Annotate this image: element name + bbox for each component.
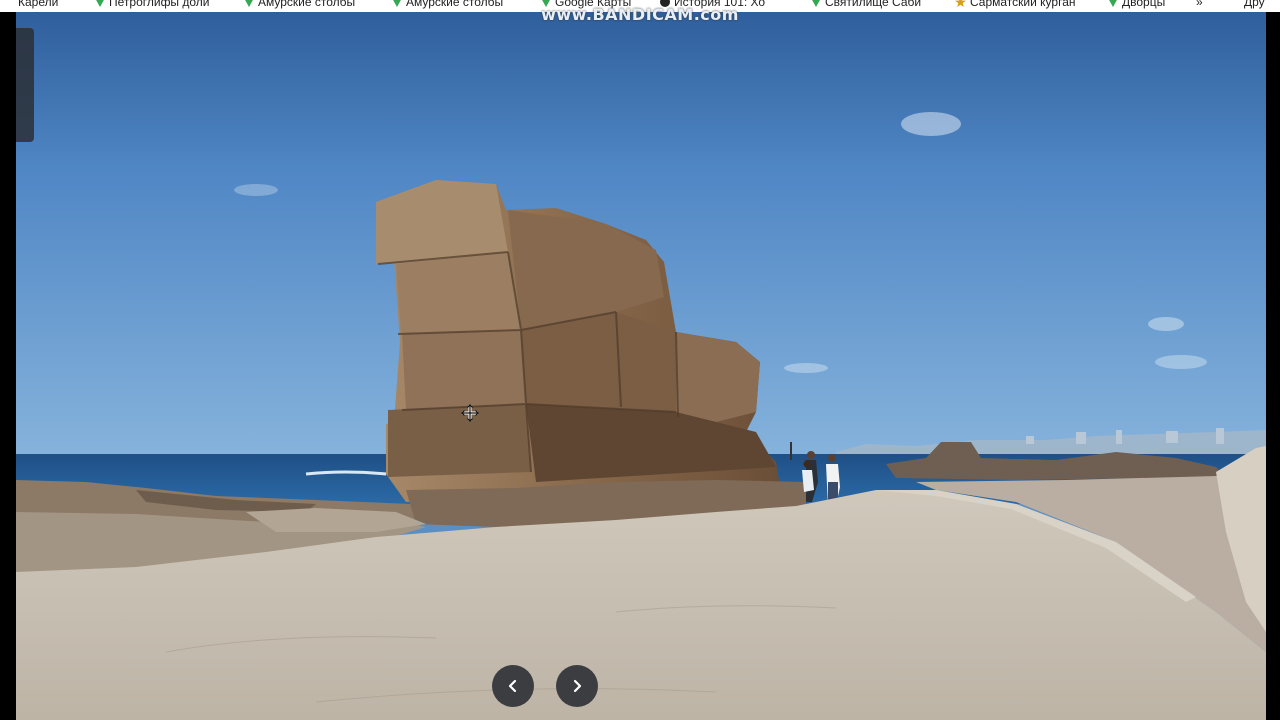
panorama-viewer[interactable] [16,12,1266,720]
side-panel-handle[interactable] [16,28,34,142]
panorama-image [16,12,1266,720]
previous-button[interactable] [492,665,534,707]
chevron-right-icon [573,679,582,693]
next-button[interactable] [556,665,598,707]
move-cursor-icon [461,404,479,422]
chevron-left-icon [508,679,517,693]
recorder-watermark: www.BANDICAM.com [541,5,739,24]
